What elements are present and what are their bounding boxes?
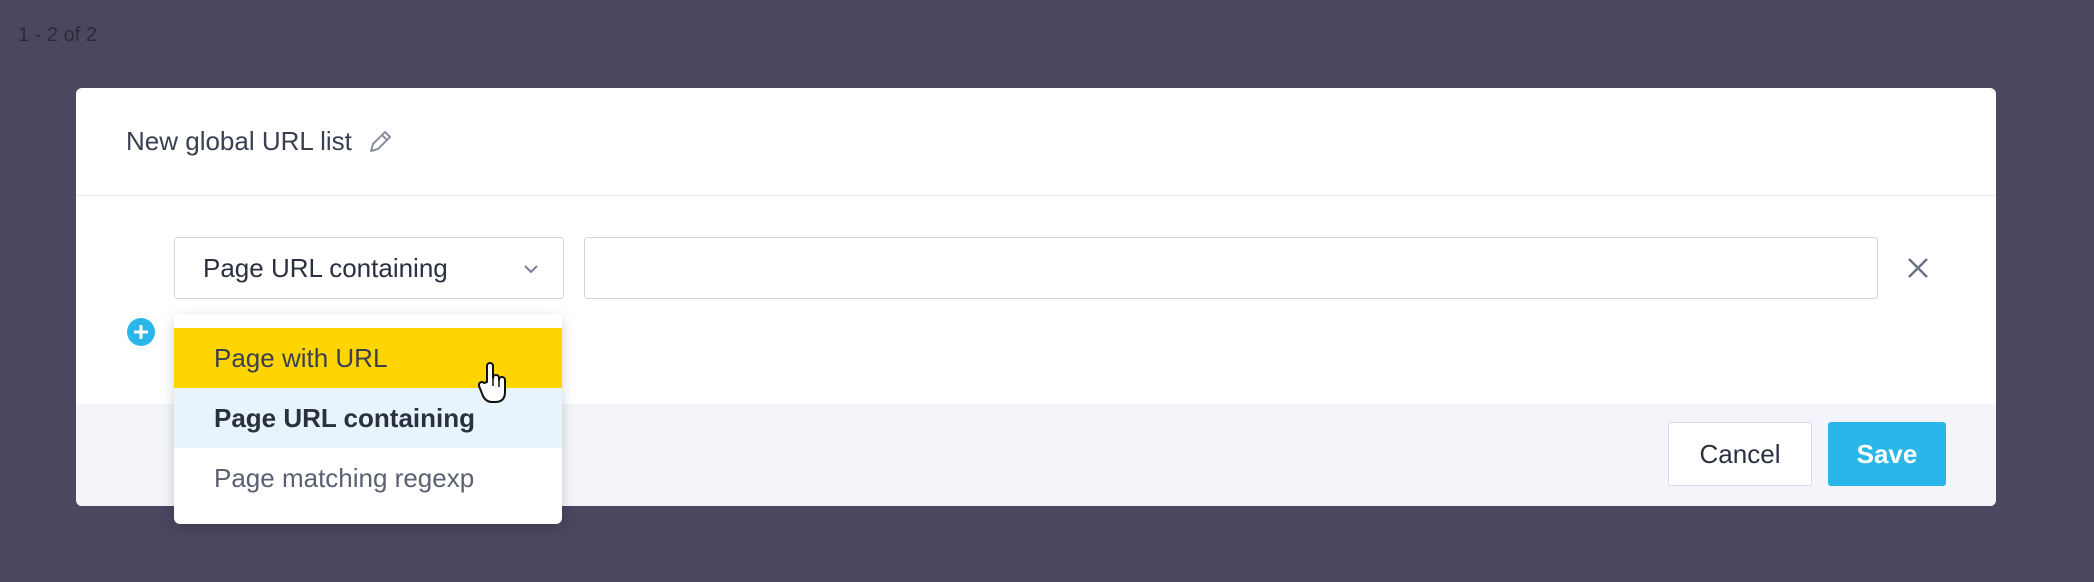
pencil-icon[interactable] — [366, 128, 394, 156]
pagination-count: 1 - 2 of 2 — [18, 24, 97, 46]
save-button[interactable]: Save — [1828, 422, 1946, 486]
chevron-down-icon — [523, 262, 539, 274]
hand-cursor-icon — [477, 360, 508, 404]
url-rule-row: Page URL containing — [174, 237, 1996, 299]
close-icon[interactable] — [1904, 254, 1932, 282]
plus-circle-icon[interactable] — [126, 317, 156, 347]
match-type-select[interactable]: Page URL containing — [174, 237, 564, 299]
modal-title: New global URL list — [126, 126, 352, 156]
url-input[interactable] — [584, 237, 1878, 299]
dropdown-option-page-matching-regexp[interactable]: Page matching regexp — [174, 448, 562, 508]
match-type-value: Page URL containing — [203, 252, 448, 283]
match-type-dropdown: Page with URL Page URL containing Page m… — [174, 314, 562, 524]
cancel-button[interactable]: Cancel — [1668, 422, 1812, 486]
modal-header: New global URL list — [76, 88, 1996, 196]
